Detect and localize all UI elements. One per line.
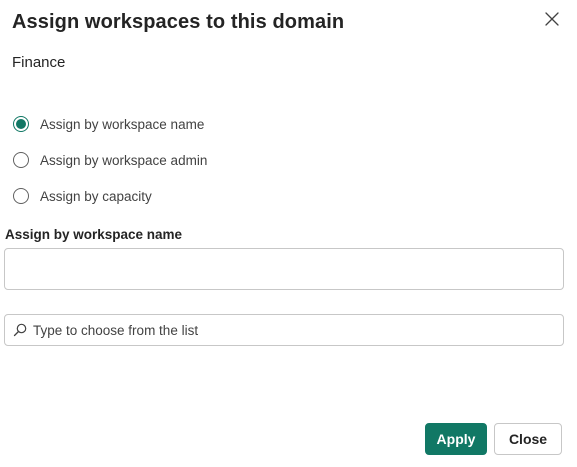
radio-label: Assign by workspace admin: [40, 152, 208, 168]
section-label: Assign by workspace name: [5, 227, 183, 242]
radio-checked-icon[interactable]: [13, 116, 29, 132]
radio-label: Assign by workspace name: [40, 116, 205, 132]
search-field[interactable]: [4, 314, 564, 346]
search-input[interactable]: [33, 322, 533, 338]
radio-label: Assign by capacity: [40, 188, 152, 204]
apply-button[interactable]: Apply: [425, 423, 487, 455]
radio-assign-by-workspace-name[interactable]: Assign by workspace name: [13, 114, 204, 134]
assign-workspaces-dialog: Assign workspaces to this domain Finance…: [0, 0, 577, 467]
close-button[interactable]: Close: [494, 423, 562, 455]
radio-unchecked-icon[interactable]: [13, 152, 29, 168]
domain-name: Finance: [12, 54, 66, 71]
radio-assign-by-capacity[interactable]: Assign by capacity: [13, 186, 152, 206]
workspace-name-selection-box[interactable]: [4, 248, 564, 290]
close-icon[interactable]: [541, 8, 563, 30]
search-icon: [13, 323, 27, 337]
dialog-title: Assign workspaces to this domain: [12, 11, 345, 33]
radio-assign-by-workspace-admin[interactable]: Assign by workspace admin: [13, 150, 207, 170]
radio-unchecked-icon[interactable]: [13, 188, 29, 204]
